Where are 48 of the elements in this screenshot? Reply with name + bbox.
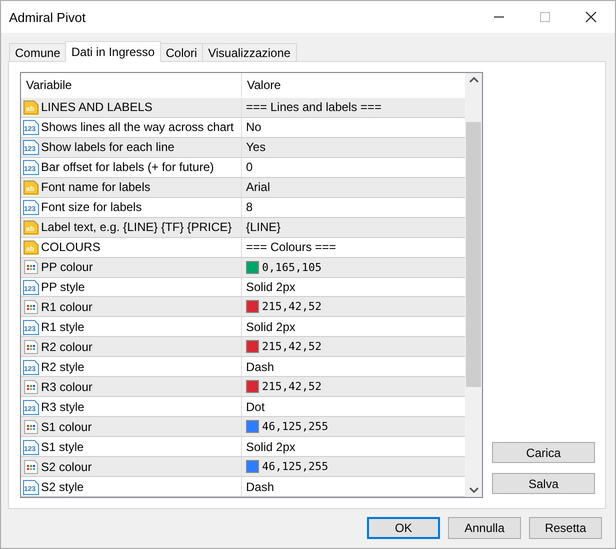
- table-cell[interactable]: 215,42,52: [242, 337, 465, 356]
- table-cell[interactable]: 46,125,255: [242, 457, 465, 476]
- table-cell[interactable]: Arial: [242, 178, 465, 197]
- table-cell[interactable]: 0,165,105: [242, 258, 465, 277]
- table-cell[interactable]: {LINE}: [242, 218, 465, 237]
- table-cell[interactable]: R1 colour: [21, 297, 242, 316]
- table-cell[interactable]: Yes: [242, 138, 465, 157]
- table-cell[interactable]: Solid 2px: [242, 278, 465, 296]
- palette-icon: [23, 378, 39, 395]
- scroll-down-icon[interactable]: [468, 487, 478, 493]
- side-button[interactable]: Carica: [492, 442, 595, 463]
- table-cell[interactable]: R2 colour: [21, 337, 242, 356]
- scroll-up-icon[interactable]: [468, 77, 478, 83]
- table-cell[interactable]: S1 colour: [21, 417, 242, 436]
- table-cell[interactable]: 215,42,52: [242, 377, 465, 396]
- dialog-button[interactable]: OK: [367, 517, 440, 539]
- tab[interactable]: Comune: [9, 43, 66, 61]
- table-cell[interactable]: 46,125,255: [242, 417, 465, 436]
- table-cell[interactable]: 215,42,52: [242, 297, 465, 316]
- table-cell[interactable]: 0: [242, 158, 465, 177]
- table-cell[interactable]: No: [242, 118, 465, 137]
- side-button[interactable]: Salva: [492, 473, 595, 494]
- tab[interactable]: Visualizzazione: [202, 43, 297, 61]
- table-cell[interactable]: PP colour: [21, 258, 242, 277]
- table-cell[interactable]: 8: [242, 198, 465, 217]
- close-icon[interactable]: [585, 11, 597, 23]
- table-cell[interactable]: R3 colour: [21, 377, 242, 396]
- palette-icon: [23, 338, 39, 355]
- scrollbar[interactable]: [465, 73, 482, 497]
- table-cell[interactable]: === Colours ===: [242, 238, 465, 257]
- palette-icon: [23, 418, 39, 435]
- table-cell[interactable]: S2 colour: [21, 457, 242, 476]
- column-header[interactable]: Valore: [242, 73, 465, 97]
- table-cell[interactable]: Dot: [242, 397, 465, 416]
- palette-icon: [23, 458, 39, 475]
- table-cell[interactable]: Solid 2px: [242, 437, 465, 456]
- table-cell[interactable]: Dash: [242, 477, 465, 496]
- table-cell[interactable]: Dash: [242, 357, 465, 376]
- tab[interactable]: Dati in Ingresso: [65, 41, 161, 62]
- column-header[interactable]: Variabile: [21, 73, 242, 97]
- window-title: Admiral Pivot: [9, 10, 86, 24]
- table-cell[interactable]: === Lines and labels ===: [242, 98, 465, 117]
- palette-icon: [23, 298, 39, 315]
- scroll-thumb[interactable]: [466, 122, 481, 387]
- dialog-button[interactable]: Resetta: [529, 517, 602, 539]
- dialog-button[interactable]: Annulla: [448, 517, 521, 539]
- palette-icon: [23, 259, 39, 276]
- table-cell[interactable]: Solid 2px: [242, 317, 465, 336]
